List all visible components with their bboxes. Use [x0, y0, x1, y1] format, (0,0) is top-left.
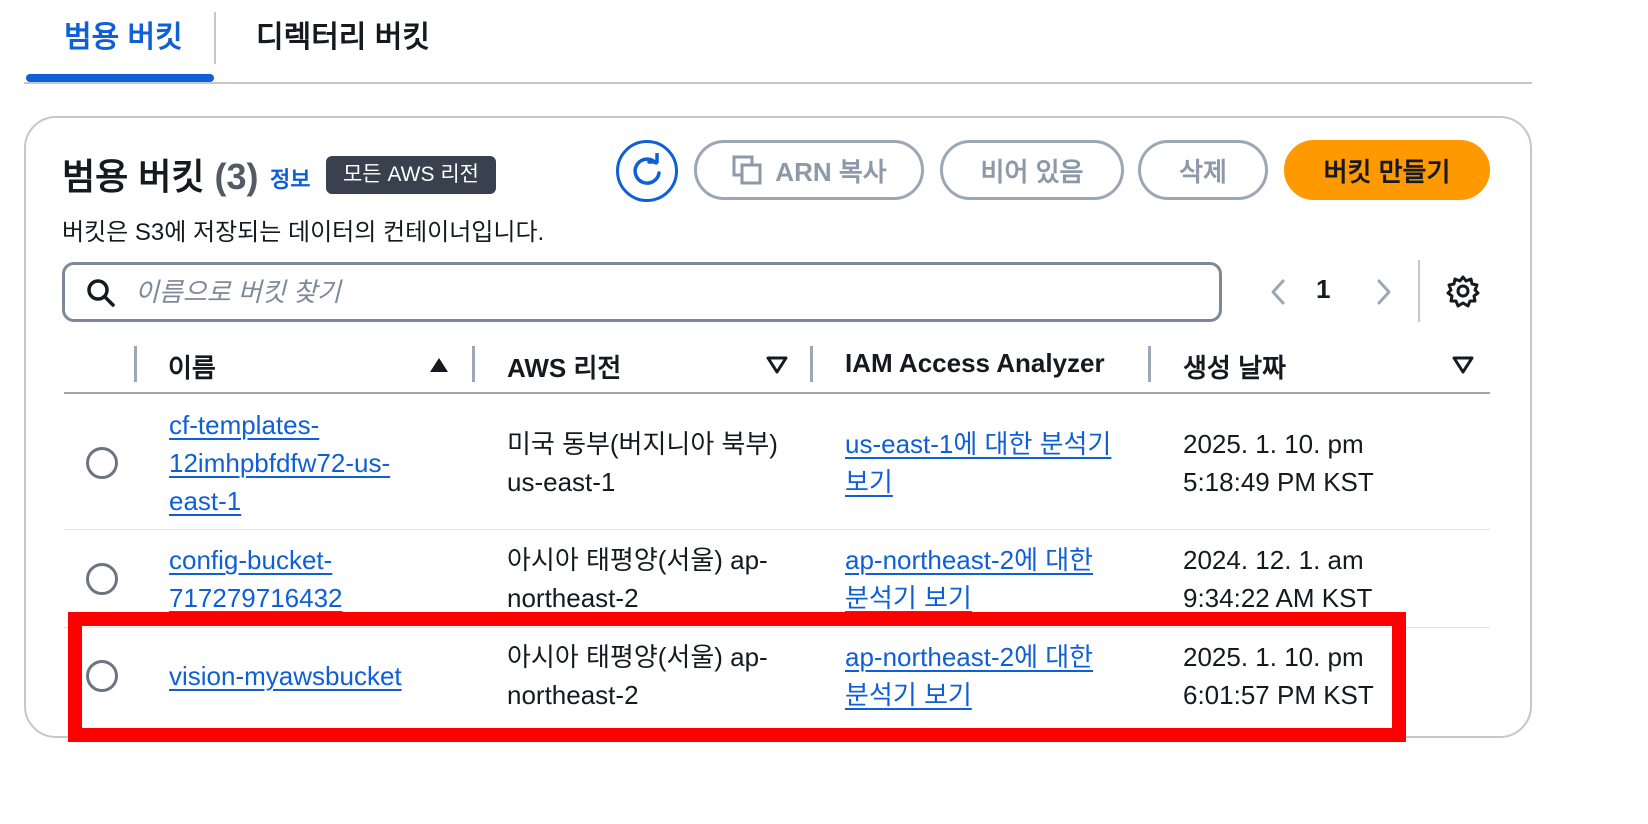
bucket-region: 미국 동부(버지니아 북부) us-east-1: [507, 425, 778, 501]
search-box: [62, 262, 1222, 322]
creation-date-line: 2025. 1. 10. pm: [1183, 429, 1364, 459]
table-header-divider: [64, 392, 1490, 394]
analyzer-link-line: 보기: [845, 467, 893, 497]
gear-icon: [1446, 275, 1480, 308]
bucket-name-link[interactable]: config-bucket- 717279716432: [169, 541, 343, 617]
creation-date: 2025. 1. 10. pm 5:18:49 PM KST: [1183, 425, 1374, 501]
bucket-name-line: east-1: [169, 486, 242, 516]
next-page-button[interactable]: [1368, 272, 1400, 312]
creation-date-line: 2024. 12. 1. am: [1183, 545, 1364, 575]
tab-directory-buckets[interactable]: 디렉터리 버킷: [256, 16, 430, 60]
copy-arn-label: ARN 복사: [775, 156, 887, 187]
column-separator: [134, 346, 137, 382]
bucket-name-line: config-bucket-: [169, 545, 333, 575]
copy-icon: [732, 155, 762, 185]
active-tab-indicator: [26, 74, 214, 82]
sort-descending-icon[interactable]: [1452, 356, 1474, 374]
sort-descending-icon[interactable]: [766, 356, 788, 374]
empty-bucket-button[interactable]: 비어 있음: [940, 140, 1124, 200]
column-separator[interactable]: [810, 346, 813, 382]
tab-general-purpose-buckets[interactable]: 범용 버킷: [64, 16, 183, 60]
region-line: 미국 동부(버지니아 북부): [507, 429, 778, 459]
page-title-text: 범용 버킷: [62, 156, 205, 197]
delete-bucket-button[interactable]: 삭제: [1138, 140, 1268, 200]
column-header-iam-access-analyzer[interactable]: IAM Access Analyzer: [845, 348, 1105, 379]
highlight-box: [68, 612, 1406, 742]
bucket-name-line: cf-templates-: [169, 410, 320, 440]
bucket-count: (3): [214, 156, 259, 197]
previous-page-button[interactable]: [1262, 272, 1294, 312]
page-title: 범용 버킷 (3): [62, 148, 259, 200]
tab-divider: [214, 12, 216, 64]
column-header-created-date[interactable]: 생성 날짜: [1183, 348, 1286, 385]
analyzer-link-line: us-east-1에 대한 분석기: [845, 429, 1112, 459]
creation-date: 2024. 12. 1. am 9:34:22 AM KST: [1183, 541, 1372, 617]
access-analyzer-link[interactable]: ap-northeast-2에 대한 분석기 보기: [845, 541, 1093, 617]
table-settings-button[interactable]: [1442, 270, 1484, 312]
create-bucket-button[interactable]: 버킷 만들기: [1284, 140, 1490, 200]
column-separator[interactable]: [472, 346, 475, 382]
creation-date-line: 5:18:49 PM KST: [1183, 467, 1374, 497]
bucket-name-link[interactable]: cf-templates- 12imhpbfdfw72-us- east-1: [169, 406, 390, 520]
current-page-number[interactable]: 1: [1316, 274, 1330, 305]
sort-ascending-icon[interactable]: [428, 356, 450, 374]
bucket-name-line: 12imhpbfdfw72-us-: [169, 448, 391, 478]
column-header-name[interactable]: 이름: [168, 348, 216, 385]
bucket-region: 아시아 태평양(서울) ap- northeast-2: [507, 541, 768, 617]
row-select-radio[interactable]: [86, 563, 118, 595]
chevron-left-icon: [1271, 279, 1285, 305]
info-link[interactable]: 정보: [270, 162, 310, 194]
refresh-icon: [633, 153, 661, 185]
column-separator[interactable]: [1148, 346, 1151, 382]
region-line: us-east-1: [507, 467, 616, 497]
bucket-type-tabs: 범용 버킷 디렉터리 버킷: [24, 0, 1532, 84]
region-badge: 모든 AWS 리전: [326, 156, 496, 194]
page-description: 버킷은 S3에 저장되는 데이터의 컨테이너입니다.: [62, 219, 545, 246]
refresh-button[interactable]: [616, 140, 678, 202]
analyzer-link-line: ap-northeast-2에 대한: [845, 545, 1094, 575]
row-divider: [64, 529, 1490, 530]
copy-arn-button[interactable]: ARN 복사: [694, 140, 924, 200]
search-input[interactable]: [135, 271, 1195, 313]
column-header-region[interactable]: AWS 리전: [507, 348, 621, 385]
chevron-right-icon: [1377, 279, 1391, 305]
pagination-divider: [1418, 260, 1420, 322]
region-line: 아시아 태평양(서울) ap-: [507, 545, 768, 575]
access-analyzer-link[interactable]: us-east-1에 대한 분석기 보기: [845, 425, 1111, 501]
search-icon: [87, 279, 115, 307]
row-select-radio[interactable]: [86, 447, 118, 479]
